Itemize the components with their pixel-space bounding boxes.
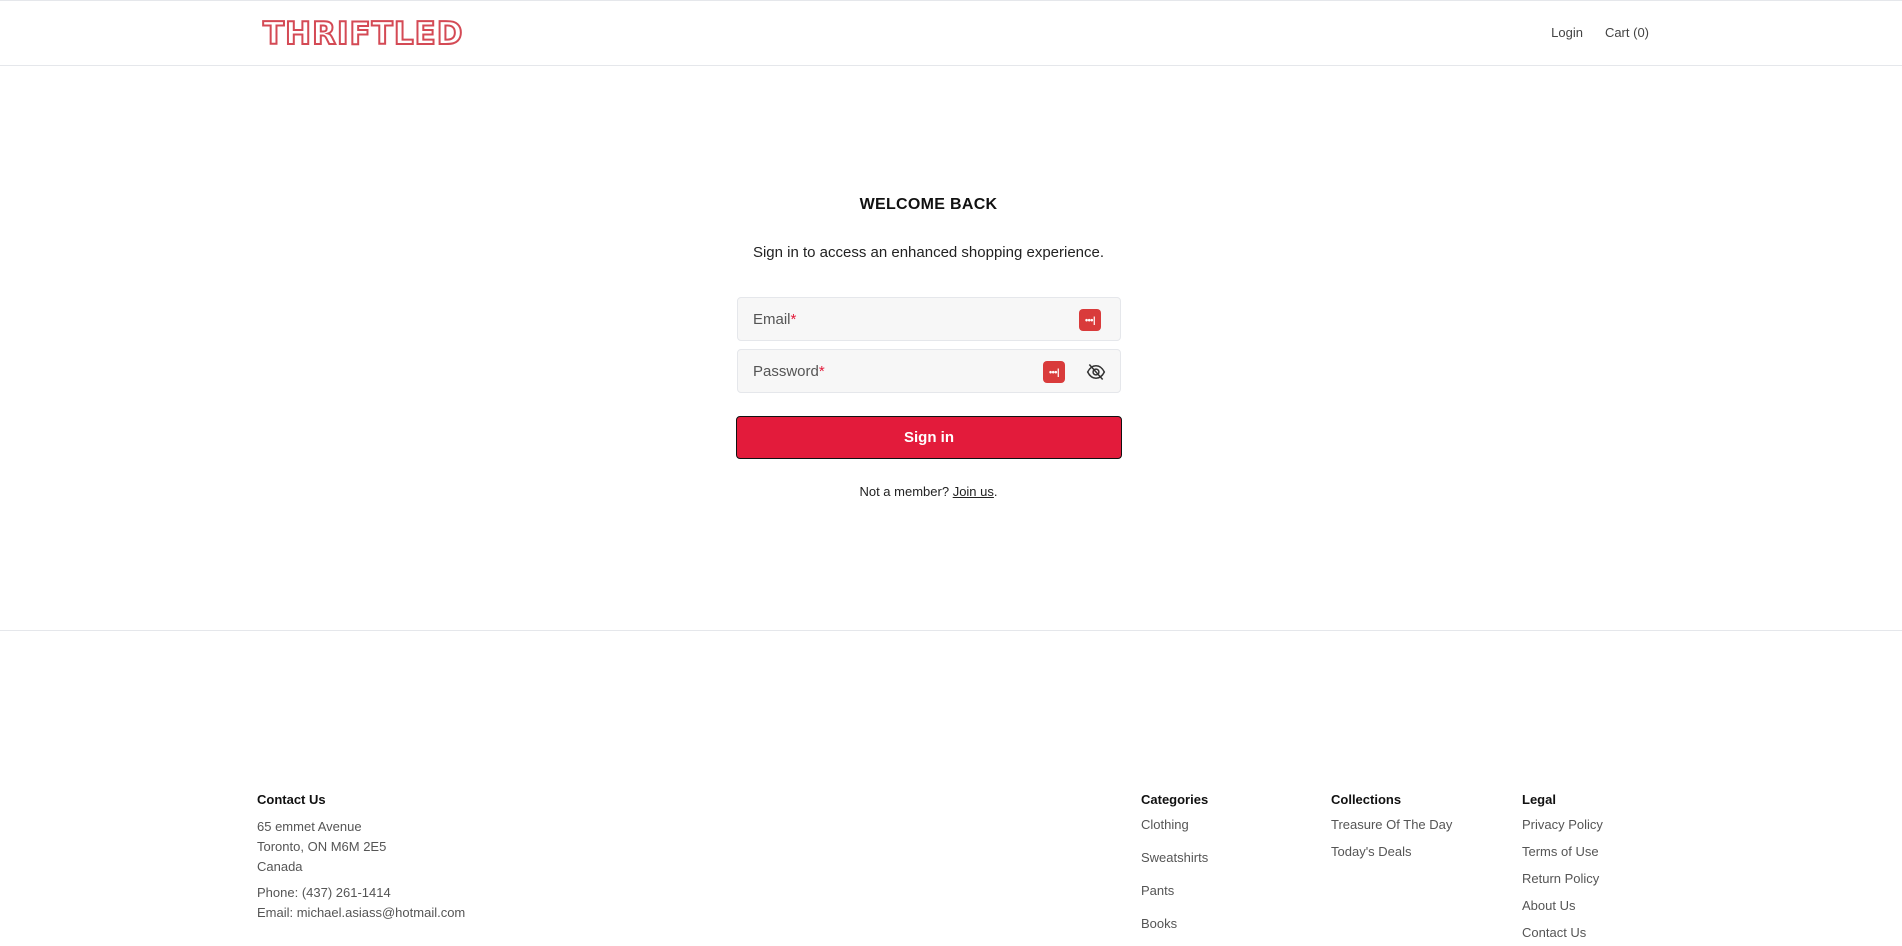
password-field[interactable]: Password* xyxy=(737,349,1121,393)
footer-link-return-policy[interactable]: Return Policy xyxy=(1522,871,1603,886)
footer-link-privacy-policy[interactable]: Privacy Policy xyxy=(1522,817,1603,832)
footer-link-clothing[interactable]: Clothing xyxy=(1141,817,1208,832)
login-section: WELCOME BACK Sign in to access an enhanc… xyxy=(0,66,1902,631)
footer-contact: Contact Us 65 emmet Avenue Toronto, ON M… xyxy=(257,792,465,923)
site-header: THRIFTLED Login Cart (0) xyxy=(0,0,1902,66)
footer-link-contact-us[interactable]: Contact Us xyxy=(1522,925,1603,940)
footer-legal: Legal Privacy Policy Terms of Use Return… xyxy=(1522,792,1603,946)
phone-text: Phone: (437) 261-1414 xyxy=(257,885,391,900)
password-manager-icon[interactable] xyxy=(1043,361,1065,383)
footer-collections-heading: Collections xyxy=(1331,792,1402,807)
footer-link-sweatshirts[interactable]: Sweatshirts xyxy=(1141,850,1208,865)
address-line: Toronto, ON M6M 2E5 xyxy=(257,839,387,854)
join-us-link[interactable]: Join us xyxy=(953,484,994,499)
login-link[interactable]: Login xyxy=(1551,25,1583,40)
footer-contact-heading: Contact Us xyxy=(257,792,326,807)
sign-in-button[interactable]: Sign in xyxy=(736,416,1122,459)
footer-link-todays-deals[interactable]: Today's Deals xyxy=(1331,844,1452,859)
footer-categories-heading: Categories xyxy=(1141,792,1209,807)
header-nav: Login Cart (0) xyxy=(1551,25,1649,40)
footer-link-treasure-of-the-day[interactable]: Treasure Of The Day xyxy=(1331,817,1452,832)
email-field[interactable]: Email* xyxy=(737,297,1121,341)
password-label: Password* xyxy=(753,363,825,380)
footer-legal-heading: Legal xyxy=(1522,792,1556,807)
page-subtitle: Sign in to access an enhanced shopping e… xyxy=(752,244,1105,261)
address-line: Canada xyxy=(257,859,303,874)
join-prompt: Not a member? Join us. xyxy=(859,484,998,499)
eye-off-icon[interactable] xyxy=(1086,362,1106,382)
footer-link-books[interactable]: Books xyxy=(1141,916,1208,931)
address-line: 65 emmet Avenue xyxy=(257,819,362,834)
footer-link-about-us[interactable]: About Us xyxy=(1522,898,1603,913)
page-title: WELCOME BACK xyxy=(859,196,998,213)
email-text: Email: michael.asiass@hotmail.com xyxy=(257,905,466,920)
footer-link-pants[interactable]: Pants xyxy=(1141,883,1208,898)
cart-link[interactable]: Cart (0) xyxy=(1605,25,1649,40)
logo[interactable]: THRIFTLED xyxy=(262,15,463,53)
email-label: Email* xyxy=(753,311,797,328)
footer-collections: Collections Treasure Of The Day Today's … xyxy=(1331,792,1452,871)
footer-link-terms-of-use[interactable]: Terms of Use xyxy=(1522,844,1603,859)
footer-categories: Categories Clothing Sweatshirts Pants Bo… xyxy=(1141,792,1208,946)
password-manager-icon[interactable] xyxy=(1079,309,1101,331)
